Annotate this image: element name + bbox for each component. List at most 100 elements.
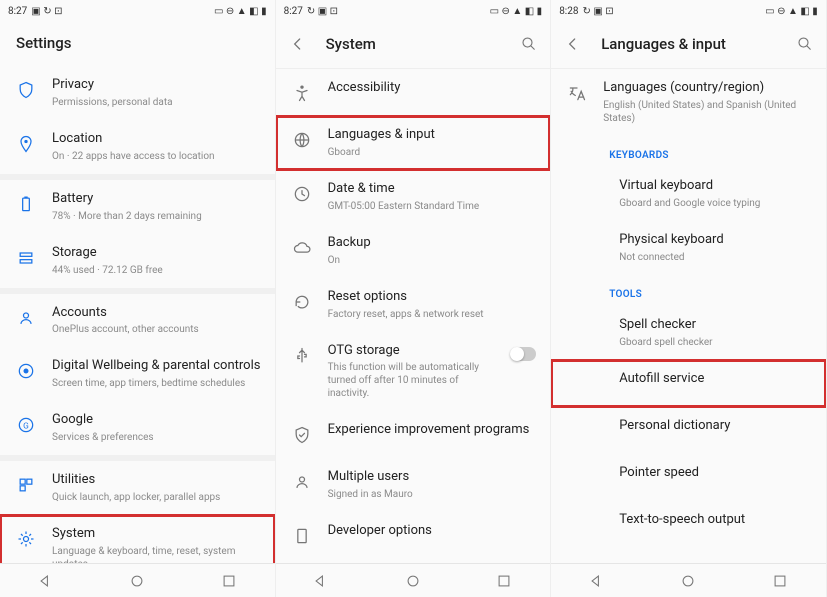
row-title: Reset options [328, 289, 537, 306]
settings-row[interactable]: BackupOn [276, 224, 551, 278]
battery-icon [14, 192, 38, 216]
row-title: OTG storage [328, 343, 497, 360]
settings-row[interactable]: Physical keyboardNot connected [551, 221, 826, 275]
page-title: System [326, 35, 503, 53]
row-subtitle: Permissions, personal data [52, 96, 261, 109]
row-title: Text-to-speech output [619, 512, 812, 529]
row-title: Storage [52, 245, 261, 262]
settings-row[interactable]: Storage 44% used · 72.12 GB free [0, 234, 275, 288]
settings-row[interactable]: AccountsOnePlus account, other accounts [0, 294, 275, 348]
row-title: Battery [52, 191, 261, 208]
system-list[interactable]: AccessibilityLanguages & inputGboardDate… [276, 69, 551, 563]
settings-row[interactable]: Reset options Factory reset, apps & netwo… [276, 278, 551, 332]
row-subtitle: Quick launch, app locker, parallel apps [52, 491, 261, 504]
search-icon [796, 35, 814, 53]
nav-back-icon[interactable] [590, 574, 604, 588]
languages-list[interactable]: Languages (country/region)English (Unite… [551, 69, 826, 563]
settings-row[interactable]: System Language & keyboard, time, reset, … [0, 515, 275, 563]
row-title: Developer options [328, 523, 537, 540]
row-subtitle: Factory reset, apps & network reset [328, 308, 537, 321]
screen-languages-input: 8:28↻ ▣ ⊡ ▭ ⊖ ▲ ◧ ▮ Languages & input La… [551, 0, 827, 597]
settings-row[interactable]: Battery78% · More than 2 days remaining [0, 180, 275, 234]
row-title: Google [52, 412, 261, 429]
nav-bar [276, 563, 551, 597]
settings-row[interactable]: OTG storageThis function will be automat… [276, 332, 551, 412]
settings-row[interactable]: LocationOn · 22 apps have access to loca… [0, 120, 275, 174]
settings-row[interactable]: Date & time GMT-05:00 Eastern Standard Ti… [276, 170, 551, 224]
status-bar: 8:28↻ ▣ ⊡ ▭ ⊖ ▲ ◧ ▮ [551, 0, 826, 22]
row-title: Virtual keyboard [619, 178, 812, 195]
settings-row[interactable]: Privacy Permissions, personal data [0, 66, 275, 120]
settings-row[interactable]: Pointer speed [551, 454, 826, 501]
row-subtitle: Services & preferences [52, 431, 261, 444]
status-icons-right: ▭ ⊖ ▲ ◧ ▮ [214, 6, 267, 17]
row-title: Privacy [52, 77, 261, 94]
row-subtitle: Gboard spell checker [619, 336, 812, 349]
screen-settings: 8:27▣ ↻ ⊡ ▭ ⊖ ▲ ◧ ▮ Settings PrivacyPerm… [0, 0, 276, 597]
row-subtitle: 44% used · 72.12 GB free [52, 264, 261, 277]
clock-text: 8:28 [559, 6, 578, 17]
status-icons-left: ↻ ▣ ⊡ [582, 6, 613, 17]
row-title: Backup [328, 235, 537, 252]
row-title: Multiple users [328, 469, 537, 486]
search-button[interactable] [796, 35, 814, 53]
back-button[interactable] [288, 34, 308, 54]
row-subtitle: GMT-05:00 Eastern Standard Time [328, 200, 537, 213]
settings-row[interactable]: Multiple users Signed in as Mauro [276, 458, 551, 512]
cloud-icon [290, 236, 314, 260]
row-title: Date & time [328, 181, 537, 198]
nav-home-icon[interactable] [681, 574, 695, 588]
settings-row[interactable]: Virtual keyboard Gboard and Google voice … [551, 167, 826, 221]
users-icon [290, 470, 314, 494]
globe-icon [290, 128, 314, 152]
settings-row[interactable]: Experience improvement programs [276, 411, 551, 458]
nav-recent-icon[interactable] [773, 574, 787, 588]
nav-recent-icon[interactable] [497, 574, 511, 588]
settings-row[interactable]: Accessibility [276, 69, 551, 116]
row-title: Accessibility [328, 80, 537, 97]
nav-back-icon[interactable] [314, 574, 328, 588]
nav-recent-icon[interactable] [222, 574, 236, 588]
clock-icon [290, 182, 314, 206]
nav-home-icon[interactable] [406, 574, 420, 588]
row-title: Digital Wellbeing & parental controls [52, 358, 261, 375]
settings-row[interactable]: Languages & inputGboard [276, 116, 551, 170]
storage-icon [14, 246, 38, 270]
check-shield-icon [290, 423, 314, 447]
row-title: Personal dictionary [619, 418, 812, 435]
row-title: Autofill service [619, 371, 812, 388]
row-title: Spell checker [619, 317, 812, 334]
header: Settings [0, 22, 275, 66]
settings-row[interactable]: Text-to-speech output [551, 501, 826, 548]
back-button[interactable] [563, 34, 583, 54]
settings-list[interactable]: Privacy Permissions, personal data Locatio… [0, 66, 275, 563]
settings-row[interactable]: Languages (country/region)English (Unite… [551, 69, 826, 136]
utilities-icon [14, 473, 38, 497]
row-title: System [52, 526, 261, 543]
settings-row[interactable]: UtilitiesQuick launch, app locker, paral… [0, 461, 275, 515]
row-subtitle: Language & keyboard, time, reset, system… [52, 545, 261, 563]
settings-row[interactable]: Personal dictionary [551, 407, 826, 454]
toggle-switch[interactable] [510, 347, 536, 361]
settings-row[interactable]: Spell checker Gboard spell checker [551, 306, 826, 360]
page-title: Settings [16, 34, 263, 52]
search-button[interactable] [520, 35, 538, 53]
settings-row[interactable]: Digital Wellbeing & parental controlsScr… [0, 347, 275, 401]
row-subtitle: Not connected [619, 251, 812, 264]
accounts-icon [14, 306, 38, 330]
section-header: KEYBOARDS [551, 136, 826, 167]
row-title: Languages (country/region) [603, 80, 812, 97]
location-icon [14, 132, 38, 156]
settings-row[interactable]: Google Services & preferences [0, 401, 275, 455]
row-title: Pointer speed [619, 465, 812, 482]
wellbeing-icon [14, 359, 38, 383]
screen-system: 8:27↻ ▣ ⊡ ▭ ⊖ ▲ ◧ ▮ System Accessibility… [276, 0, 552, 597]
row-subtitle: Gboard and Google voice typing [619, 197, 812, 210]
header: System [276, 22, 551, 68]
page-title: Languages & input [601, 35, 778, 53]
settings-row[interactable]: Developer options [276, 512, 551, 559]
nav-back-icon[interactable] [39, 574, 53, 588]
nav-home-icon[interactable] [130, 574, 144, 588]
row-subtitle: Signed in as Mauro [328, 488, 537, 501]
settings-row[interactable]: Autofill service [551, 360, 826, 407]
